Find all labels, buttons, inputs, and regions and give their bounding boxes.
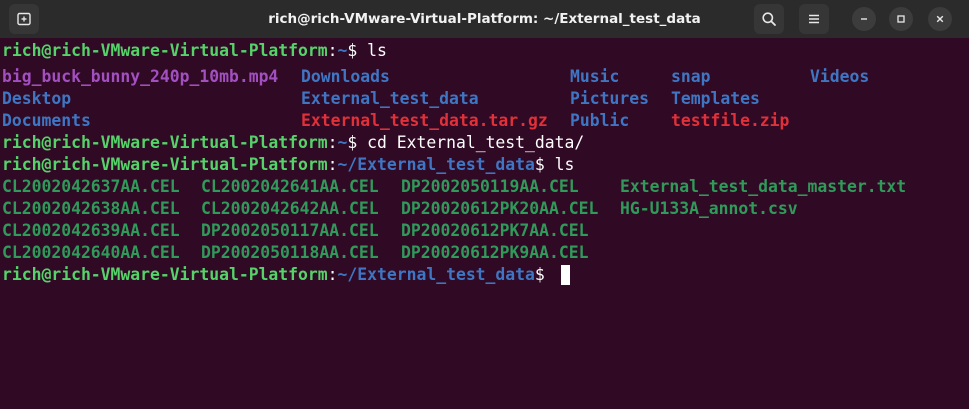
prompt-path: ~ [337,133,348,152]
list-item-directory: Videos [810,67,870,86]
maximize-icon [897,15,905,23]
list-item-directory: Public [570,111,630,130]
ls-output-row: Desktop External_test_data Pictures Temp… [2,88,962,110]
list-item-file: CL2002042640AA.CEL [2,243,180,262]
prompt-user-host: rich@rich-VMware-Virtual-Platform [2,265,328,284]
prompt-path: ~/External_test_data [337,155,535,174]
text-cursor [561,265,570,285]
terminal-content[interactable]: rich@rich-VMware-Virtual-Platform:~$ ls … [0,38,969,409]
list-item-directory: snap [671,67,711,86]
list-item-directory: Documents [2,111,91,130]
list-item-file: DP2002050117AA.CEL [201,221,379,240]
maximize-button[interactable] [889,7,913,31]
command-text: ls [357,41,387,60]
ls-output-row: CL2002042637AA.CEL CL2002042641AA.CEL DP… [2,176,962,198]
close-button[interactable] [928,7,952,31]
list-item-directory: Templates [671,89,760,108]
list-item-directory: Music [570,67,620,86]
list-item-file: DP2002050118AA.CEL [201,243,379,262]
prompt-line: rich@rich-VMware-Virtual-Platform:~/Exte… [2,154,574,176]
prompt-symbol: $ [534,155,545,174]
ls-output-row: CL2002042639AA.CEL DP2002050117AA.CEL DP… [2,220,962,242]
prompt-line: rich@rich-VMware-Virtual-Platform:~$ cd … [2,132,584,154]
list-item-directory: Downloads [301,67,390,86]
new-tab-button[interactable] [9,4,39,34]
prompt-separator: : [327,133,338,152]
close-icon [936,15,944,23]
ls-output-row: CL2002042640AA.CEL DP2002050118AA.CEL DP… [2,242,962,264]
list-item-directory: External_test_data [301,89,479,108]
ls-output-row: Documents External_test_data.tar.gz Publ… [2,110,962,132]
prompt-symbol: $ [347,41,358,60]
list-item-file: DP2002050119AA.CEL [401,177,579,196]
new-tab-icon [17,12,31,26]
command-text: cd External_test_data/ [357,133,585,152]
prompt-separator: : [327,265,338,284]
list-item-file: CL2002042642AA.CEL [201,199,379,218]
list-item-archive: External_test_data.tar.gz [301,111,548,130]
command-text [545,265,555,284]
list-item-file: DP20020612PK20AA.CEL [401,199,599,218]
list-item-directory: Pictures [570,89,649,108]
search-icon [762,12,776,26]
list-item-file: DP20020612PK7AA.CEL [401,221,589,240]
prompt-user-host: rich@rich-VMware-Virtual-Platform [2,133,328,152]
list-item-file: CL2002042641AA.CEL [201,177,379,196]
ls-output-row: CL2002042638AA.CEL CL2002042642AA.CEL DP… [2,198,962,220]
prompt-symbol: $ [347,133,358,152]
ls-output-row: big_buck_bunny_240p_10mb.mp4 Downloads M… [2,66,962,88]
minimize-icon [861,18,867,20]
list-item-archive: testfile.zip [671,111,790,130]
list-item-file: HG-U133A_annot.csv [620,199,798,218]
minimize-button[interactable] [852,7,876,31]
prompt-path: ~ [337,41,348,60]
prompt-line: rich@rich-VMware-Virtual-Platform:~/Exte… [2,264,555,286]
prompt-symbol: $ [534,265,545,284]
search-button[interactable] [754,4,784,34]
menu-button[interactable] [799,4,829,34]
title-bar: rich@rich-VMware-Virtual-Platform: ~/Ext… [0,0,969,39]
list-item-video-file: big_buck_bunny_240p_10mb.mp4 [2,67,279,86]
command-text: ls [544,155,575,174]
list-item-directory: Desktop [2,89,72,108]
hamburger-menu-icon [809,14,819,24]
prompt-path: ~/External_test_data [337,265,535,284]
prompt-separator: : [327,41,338,60]
list-item-file: CL2002042637AA.CEL [2,177,180,196]
prompt-user-host: rich@rich-VMware-Virtual-Platform [2,41,328,60]
list-item-file: DP20020612PK9AA.CEL [401,243,589,262]
terminal-window: rich@rich-VMware-Virtual-Platform: ~/Ext… [0,0,969,409]
prompt-separator: : [327,155,338,174]
list-item-file: CL2002042639AA.CEL [2,221,180,240]
list-item-file: CL2002042638AA.CEL [2,199,180,218]
list-item-file: External_test_data_master.txt [620,177,907,196]
prompt-user-host: rich@rich-VMware-Virtual-Platform [2,155,328,174]
prompt-line: rich@rich-VMware-Virtual-Platform:~$ ls [2,40,387,62]
